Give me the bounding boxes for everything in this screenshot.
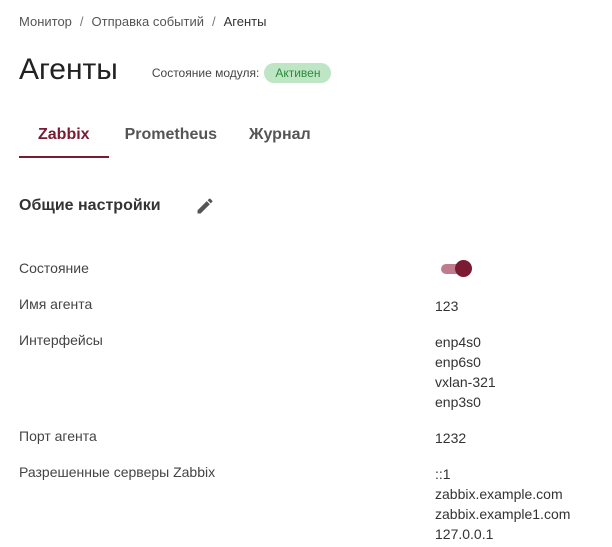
section-title: Общие настройки [19, 197, 161, 214]
status-badge: Активен [264, 63, 332, 83]
setting-value: 1232 [435, 430, 467, 446]
page-title: Агенты [19, 53, 118, 86]
tabs: Zabbix Prometheus Журнал [19, 118, 327, 158]
server-item: zabbix.example.com [435, 486, 563, 502]
setting-value: 123 [435, 298, 459, 314]
breadcrumb-current: Агенты [223, 14, 267, 29]
tab-prometheus[interactable]: Prometheus [109, 118, 233, 158]
interface-item: enp4s0 [435, 334, 481, 350]
interface-item: enp6s0 [435, 354, 481, 370]
interface-item: enp3s0 [435, 394, 481, 410]
breadcrumb-separator: / [211, 14, 216, 29]
setting-value-list: enp4s0 enp6s0 vxlan-321 enp3s0 [435, 332, 496, 412]
tab-zabbix[interactable]: Zabbix [19, 118, 109, 158]
setting-value-list: ::1 zabbix.example.com zabbix.example1.c… [435, 464, 570, 544]
server-item: 127.0.0.1 [435, 526, 494, 542]
pencil-icon [197, 198, 213, 214]
edit-button[interactable] [193, 194, 217, 218]
breadcrumb: Монитор / Отправка событий / Агенты [19, 14, 266, 29]
setting-label: Состояние [19, 260, 89, 276]
title-row: Агенты Состояние модуля: Активен [19, 50, 332, 90]
server-item: ::1 [435, 466, 451, 482]
toggle-thumb [455, 260, 472, 277]
section-header: Общие настройки [19, 194, 217, 218]
setting-label: Имя агента [19, 296, 93, 312]
module-state-label: Состояние модуля: [151, 66, 260, 80]
tab-journal[interactable]: Журнал [233, 118, 327, 158]
setting-label: Интерфейсы [19, 332, 103, 348]
breadcrumb-events-link[interactable]: Отправка событий [92, 14, 204, 29]
interface-item: vxlan-321 [435, 374, 496, 390]
server-item: zabbix.example1.com [435, 506, 571, 522]
state-toggle[interactable] [441, 260, 472, 277]
module-state: Состояние модуля: Активен [152, 63, 332, 83]
breadcrumb-monitor-link[interactable]: Монитор [19, 14, 72, 29]
setting-label: Порт агента [19, 428, 97, 444]
setting-label: Разрешенные серверы Zabbix [19, 464, 216, 480]
breadcrumb-separator: / [79, 14, 84, 29]
